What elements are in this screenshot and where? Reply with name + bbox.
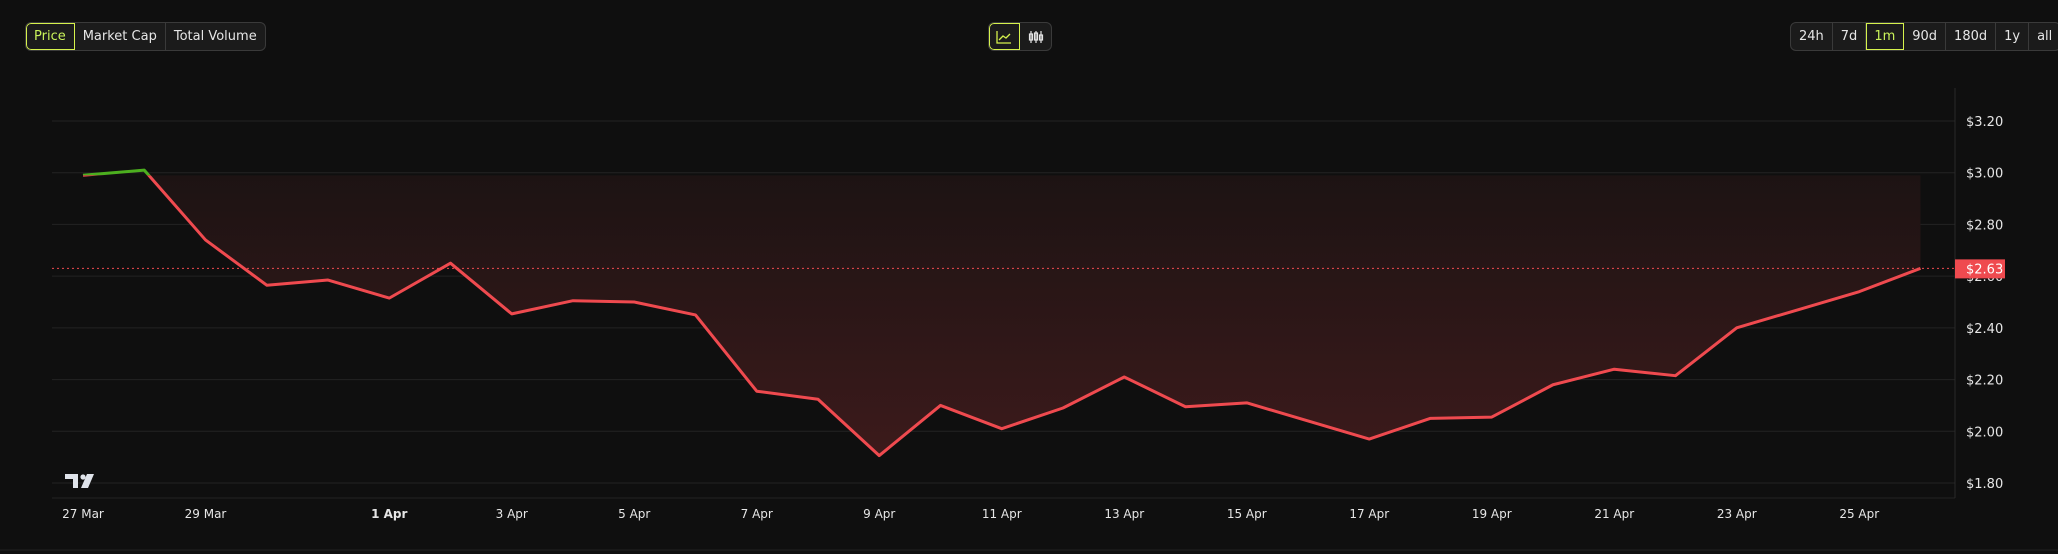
x-tick-label: 27 Mar xyxy=(62,507,104,521)
x-tick-label: 9 Apr xyxy=(863,507,895,521)
y-tick-label: $2.00 xyxy=(1966,425,2003,440)
x-tick-label: 29 Mar xyxy=(185,507,227,521)
range-90d[interactable]: 90d xyxy=(1904,23,1947,50)
tab-market-cap[interactable]: Market Cap xyxy=(75,23,166,50)
range-7d[interactable]: 7d xyxy=(1833,23,1867,50)
y-tick-label: $2.40 xyxy=(1966,322,2003,337)
tab-total-volume[interactable]: Total Volume xyxy=(166,23,265,50)
y-axis: $3.20$3.00$2.80$2.60$2.40$2.20$2.00$1.80… xyxy=(1955,115,2005,492)
x-tick-label: 13 Apr xyxy=(1104,507,1144,521)
x-tick-label: 5 Apr xyxy=(618,507,650,521)
line-chart-icon xyxy=(996,30,1011,44)
y-tick-label: $3.20 xyxy=(1966,115,2003,130)
metric-tabs: Price Market Cap Total Volume xyxy=(25,22,266,51)
x-tick-label: 19 Apr xyxy=(1472,507,1512,521)
x-tick-label: 11 Apr xyxy=(982,507,1022,521)
candlestick-icon xyxy=(1028,30,1043,43)
x-tick-label: 15 Apr xyxy=(1227,507,1267,521)
y-tick-label: $1.80 xyxy=(1966,477,2003,492)
y-tick-label: $3.00 xyxy=(1966,167,2003,182)
x-tick-label: 23 Apr xyxy=(1717,507,1757,521)
area-fill xyxy=(83,175,1921,456)
tradingview-logo xyxy=(65,474,94,488)
time-range-tabs: 24h 7d 1m 90d 180d 1y all xyxy=(1790,22,2058,51)
x-tick-label: 17 Apr xyxy=(1349,507,1389,521)
x-axis: 27 Mar 29 Mar 1 Apr 3 Apr 5 Apr 7 Apr 9 Apr 11 … xyxy=(62,507,1879,521)
range-180d[interactable]: 180d xyxy=(1946,23,1997,50)
range-all[interactable]: all xyxy=(2029,23,2058,50)
range-24h[interactable]: 24h xyxy=(1791,23,1833,50)
x-tick-label: 25 Apr xyxy=(1839,507,1879,521)
chart-type-line-chart[interactable] xyxy=(989,23,1020,50)
y-tick-label: $2.20 xyxy=(1966,374,2003,389)
chart-type-candlestick[interactable] xyxy=(1020,23,1051,50)
chart-type-toggle xyxy=(988,22,1052,51)
range-1m[interactable]: 1m xyxy=(1866,23,1905,50)
x-tick-label: 7 Apr xyxy=(741,507,773,521)
range-1y[interactable]: 1y xyxy=(1996,23,2030,50)
x-tick-label: 21 Apr xyxy=(1594,507,1634,521)
price-chart[interactable]: $3.20$3.00$2.80$2.60$2.40$2.20$2.00$1.80… xyxy=(0,0,2058,554)
tab-price[interactable]: Price xyxy=(26,23,75,50)
y-tick-label: $2.80 xyxy=(1966,218,2003,233)
x-tick-label: 1 Apr xyxy=(371,507,407,521)
x-tick-label: 3 Apr xyxy=(496,507,528,521)
current-price-label: $2.63 xyxy=(1966,262,2003,277)
